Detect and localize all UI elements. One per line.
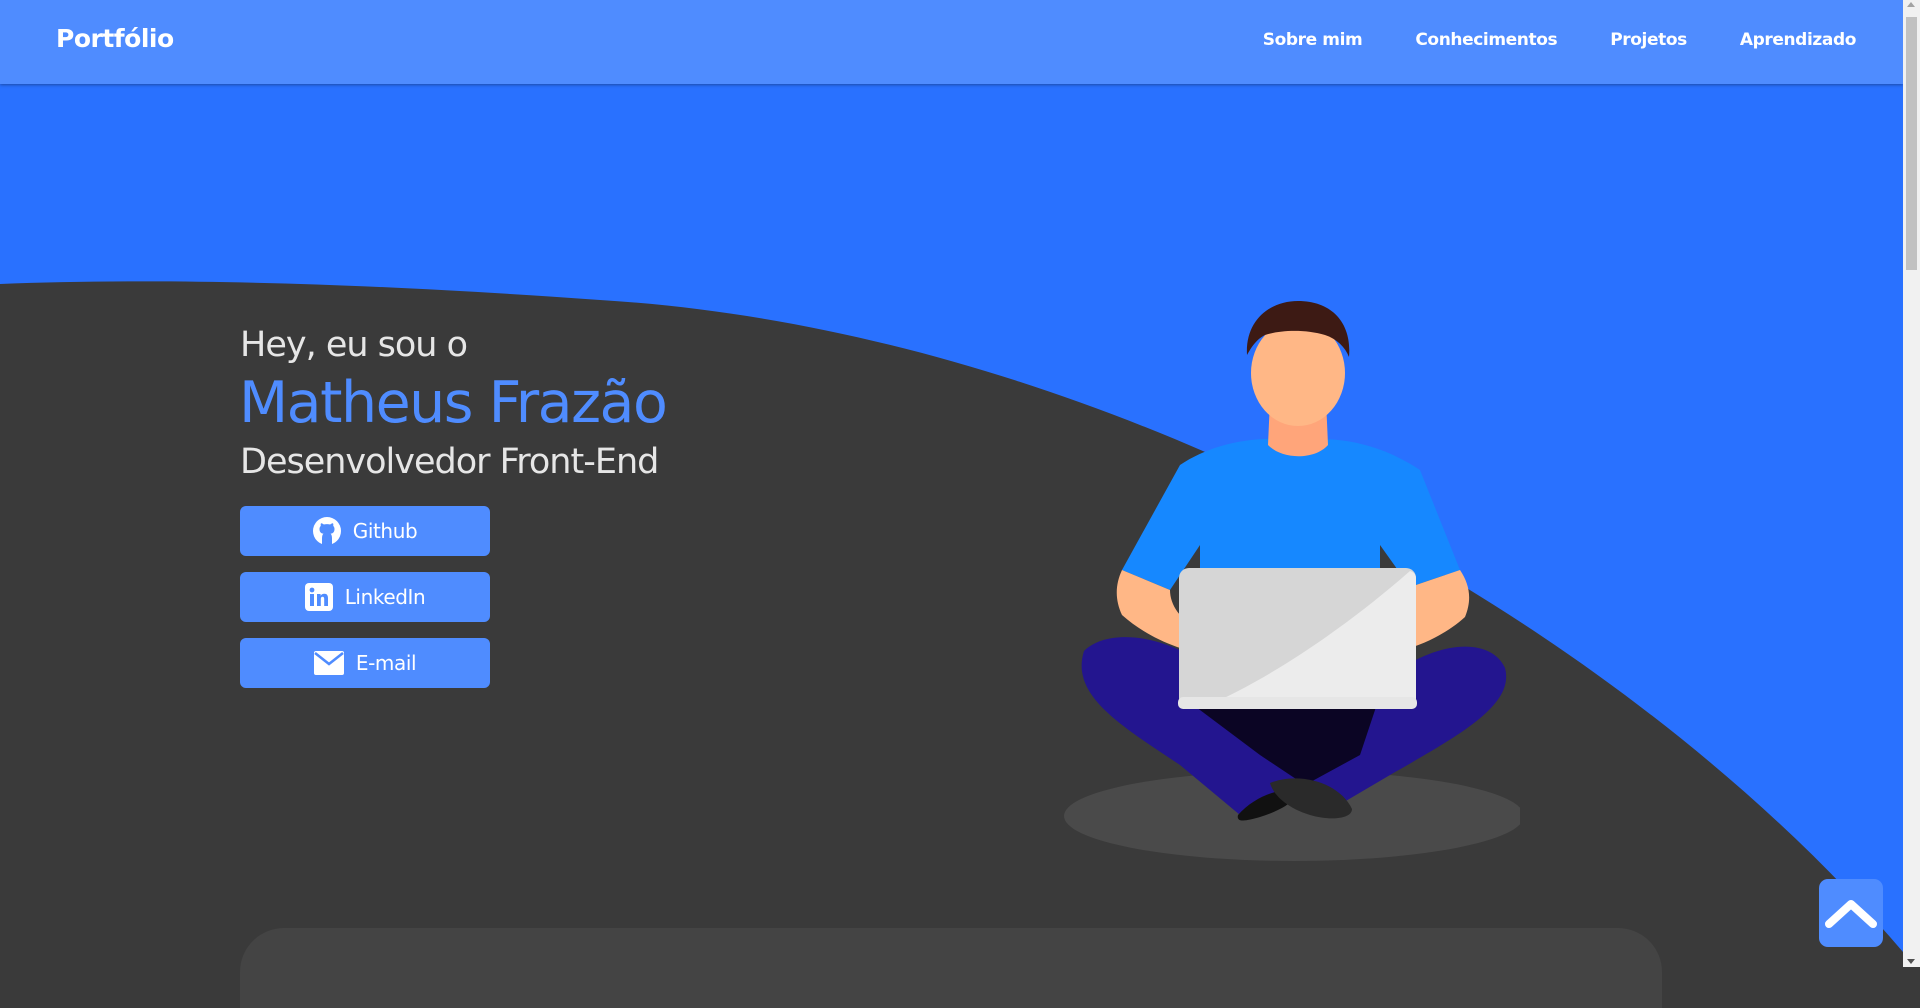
chevron-up-icon <box>1825 900 1877 928</box>
hero-role: Desenvolvedor Front-End <box>240 442 659 482</box>
github-button-label: Github <box>352 519 418 543</box>
scroll-down-arrow[interactable] <box>1907 959 1915 964</box>
person-with-laptop-illustration <box>1064 301 1520 861</box>
linkedin-button-label: LinkedIn <box>344 585 426 609</box>
nav-link-conhecimentos[interactable]: Conhecimentos <box>1415 30 1557 50</box>
linkedin-button[interactable]: LinkedIn <box>240 572 490 622</box>
nav-link-aprendizado[interactable]: Aprendizado <box>1740 30 1857 50</box>
brand-logo[interactable]: Portfólio <box>56 24 174 53</box>
hero-background <box>0 0 1903 967</box>
linkedin-icon <box>304 583 333 611</box>
scroll-up-arrow[interactable] <box>1907 2 1915 7</box>
nav-link-projetos[interactable]: Projetos <box>1610 30 1687 50</box>
scrollbar-thumb[interactable] <box>1906 17 1917 270</box>
github-button[interactable]: Github <box>240 506 490 556</box>
nav-links: Sobre mim Conhecimentos Projetos Aprendi… <box>1263 30 1857 50</box>
github-icon <box>312 517 341 545</box>
hero-greeting: Hey, eu sou o <box>240 325 468 365</box>
email-button[interactable]: E-mail <box>240 638 490 688</box>
nav-link-sobre-mim[interactable]: Sobre mim <box>1263 30 1363 50</box>
bottom-card <box>240 928 1662 1008</box>
hero-name: Matheus Frazão <box>239 370 668 436</box>
vertical-scrollbar[interactable] <box>1903 0 1920 967</box>
back-to-top-button[interactable] <box>1819 879 1883 947</box>
mail-icon <box>313 651 344 675</box>
navbar: Portfólio Sobre mim Conhecimentos Projet… <box>0 0 1903 84</box>
email-button-label: E-mail <box>355 651 417 675</box>
